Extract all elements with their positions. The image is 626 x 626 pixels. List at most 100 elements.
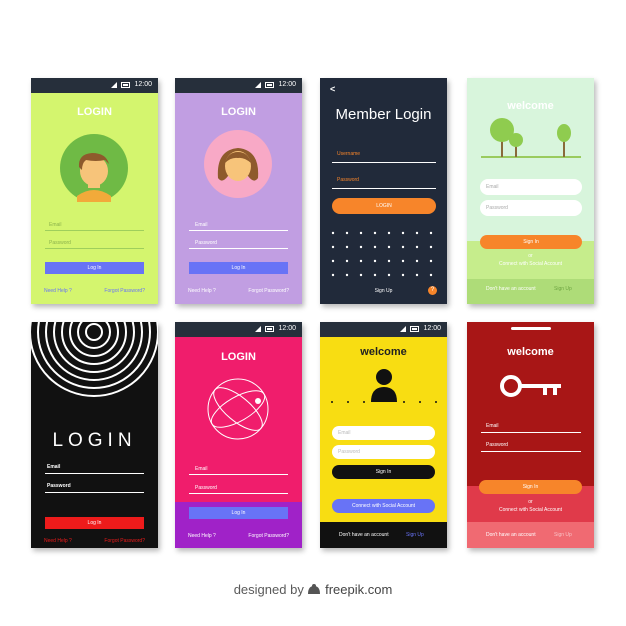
help-button[interactable]: ? — [428, 286, 437, 295]
password-input[interactable]: Password — [332, 445, 435, 459]
signin-button[interactable]: Sign In — [480, 235, 582, 249]
credit-brand: freepik.com — [325, 582, 393, 597]
back-icon[interactable]: < — [330, 84, 335, 94]
status-bar: 12:00 — [320, 322, 447, 337]
password-placeholder: Password — [338, 449, 360, 455]
dot-row-decoration — [331, 401, 437, 403]
login-card-navy: < Member Login Username Password LOGIN S… — [320, 78, 447, 304]
email-input[interactable]: Email — [480, 179, 582, 195]
username-field[interactable]: Username — [337, 151, 360, 157]
password-field[interactable]: Password — [195, 240, 217, 246]
globe-orbit-graphic — [207, 378, 269, 440]
login-card-black: LOGIN Email Password Log In Need Help ? … — [31, 322, 158, 548]
password-input[interactable]: Password — [480, 200, 582, 216]
forgot-password-link[interactable]: Forgot Password? — [248, 533, 289, 539]
password-underline — [189, 248, 288, 249]
status-bar: 12:00 — [175, 322, 302, 337]
email-underline — [45, 473, 144, 474]
signal-icon — [400, 326, 406, 332]
password-underline — [45, 492, 144, 493]
email-underline — [189, 474, 288, 475]
dot-grid-pattern — [331, 231, 433, 277]
forgot-password-link[interactable]: Forgot Password? — [104, 538, 145, 544]
page-title: welcome — [507, 346, 554, 358]
user-avatar-icon — [77, 153, 111, 202]
password-field[interactable]: Password — [195, 485, 217, 491]
or-label: or — [528, 499, 533, 505]
freepik-credit: designed by freepik.com — [0, 582, 626, 597]
status-time: 12:00 — [278, 81, 296, 88]
social-connect-link[interactable]: Connect with Social Account — [467, 261, 594, 267]
login-button[interactable]: Log In — [189, 507, 288, 519]
page-title: LOGIN — [52, 430, 137, 451]
no-account-label: Don't have an account — [486, 286, 536, 292]
freepik-logo-icon — [307, 583, 321, 595]
no-account-label: Don't have an account — [339, 532, 389, 538]
email-field[interactable]: Email — [195, 466, 208, 472]
need-help-link[interactable]: Need Help ? — [188, 288, 216, 294]
signal-icon — [255, 82, 261, 88]
password-underline — [45, 248, 144, 249]
login-card-purple: 12:00 LOGIN Email Password Log In Need H… — [175, 78, 302, 304]
or-label: or — [528, 253, 533, 259]
forgot-password-link[interactable]: Forgot Password? — [104, 288, 145, 294]
password-field[interactable]: Password — [49, 240, 71, 246]
login-button[interactable]: Log In — [45, 262, 144, 274]
status-bar: 12:00 — [175, 78, 302, 93]
email-field[interactable]: Email — [49, 222, 62, 228]
need-help-link[interactable]: Need Help ? — [188, 533, 216, 539]
email-underline — [45, 230, 144, 231]
status-bar: 12:00 — [31, 78, 158, 93]
page-title: welcome — [507, 100, 554, 112]
need-help-link[interactable]: Need Help ? — [44, 538, 72, 544]
email-field[interactable]: Email — [47, 464, 60, 470]
avatar — [204, 130, 272, 198]
password-field[interactable]: Password — [486, 442, 508, 448]
email-field[interactable]: Email — [195, 222, 208, 228]
login-button[interactable]: Log In — [189, 262, 288, 274]
password-field[interactable]: Password — [47, 483, 71, 489]
notch-bar — [511, 327, 551, 330]
signin-button[interactable]: Sign In — [332, 465, 435, 479]
login-card-crimson: welcome Email Password Sign In or Connec… — [467, 322, 594, 548]
status-time: 12:00 — [423, 325, 441, 332]
page-title: LOGIN — [77, 106, 112, 118]
password-underline — [332, 188, 436, 189]
user-silhouette-icon — [371, 369, 397, 402]
login-button[interactable]: Log In — [45, 517, 144, 529]
email-input[interactable]: Email — [332, 426, 435, 440]
signup-link[interactable]: Sign Up — [554, 286, 572, 292]
email-underline — [481, 432, 581, 433]
signup-link[interactable]: Sign Up — [406, 532, 424, 538]
signin-button[interactable]: Sign In — [479, 480, 582, 494]
login-card-yellow: 12:00 welcome Email Password Sign In Con… — [320, 322, 447, 548]
page-title: Member Login — [335, 106, 432, 123]
login-card-mint: welcome Email Password Sign In or Connec… — [467, 78, 594, 304]
page-title: LOGIN — [221, 106, 256, 118]
battery-icon — [265, 82, 274, 88]
signal-icon — [255, 326, 261, 332]
password-placeholder: Password — [486, 205, 508, 211]
trees-illustration — [481, 118, 581, 158]
username-underline — [332, 162, 436, 163]
social-connect-button[interactable]: Connect with Social Account — [332, 499, 435, 513]
email-placeholder: Email — [486, 184, 499, 190]
password-underline — [481, 451, 581, 452]
status-time: 12:00 — [134, 81, 152, 88]
password-field[interactable]: Password — [337, 177, 359, 183]
email-placeholder: Email — [338, 430, 351, 436]
status-time: 12:00 — [278, 325, 296, 332]
forgot-password-link[interactable]: Forgot Password? — [248, 288, 289, 294]
login-card-lime: 12:00 LOGIN Email Password Log In Need H… — [31, 78, 158, 304]
signal-icon — [111, 82, 117, 88]
signup-link[interactable]: Sign Up — [554, 532, 572, 538]
page-title: LOGIN — [221, 351, 256, 363]
email-field[interactable]: Email — [486, 423, 499, 429]
user-avatar-icon — [217, 148, 259, 181]
login-button[interactable]: LOGIN — [332, 198, 436, 214]
key-icon — [500, 375, 561, 397]
battery-icon — [265, 326, 274, 332]
social-connect-link[interactable]: Connect with Social Account — [467, 507, 594, 513]
battery-icon — [121, 82, 130, 88]
need-help-link[interactable]: Need Help ? — [44, 288, 72, 294]
